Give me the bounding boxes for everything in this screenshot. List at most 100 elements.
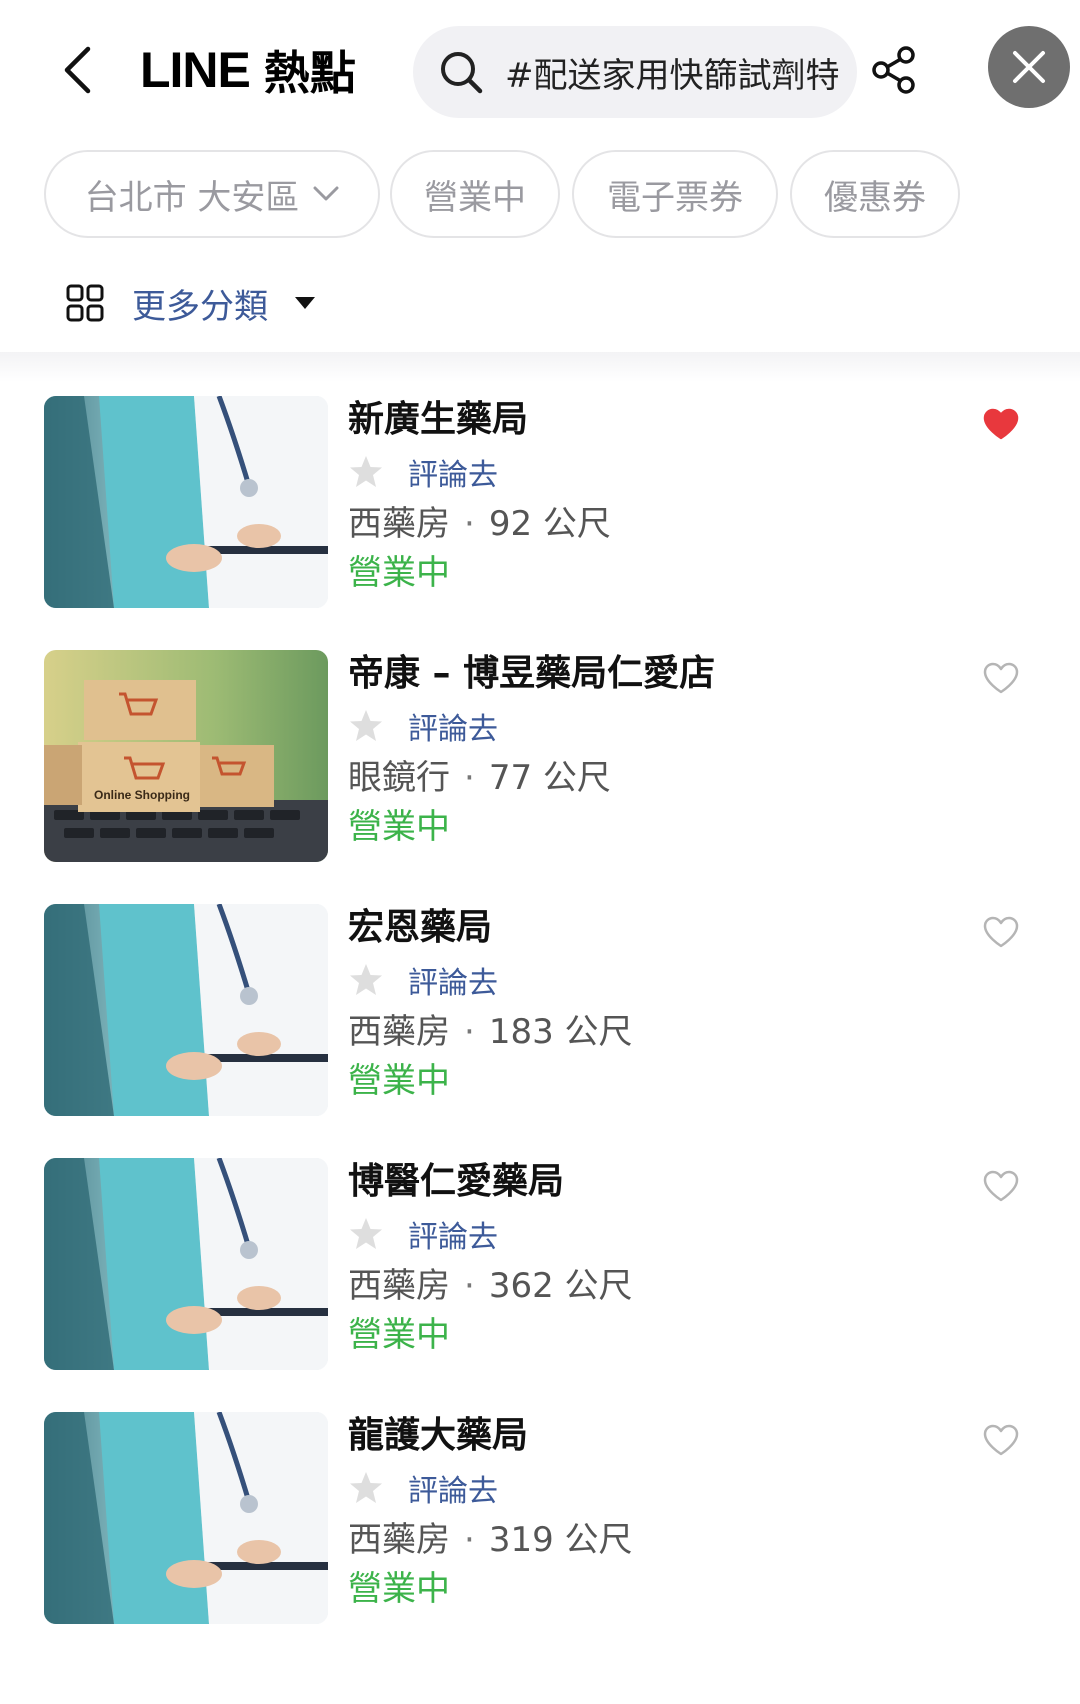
store-thumbnail[interactable]: Online Shopping (44, 650, 328, 862)
open-now-label: 營業中 (424, 177, 526, 218)
star-icon (348, 708, 384, 744)
more-categories-label: 更多分類 (132, 286, 268, 327)
store-list-item[interactable]: 博醫仁愛藥局 評論去西藥房 · 362 公尺 營業中 (0, 1156, 1080, 1410)
store-name[interactable]: 宏恩藥局 (348, 902, 968, 954)
rating-row: 評論去 (348, 1462, 968, 1514)
back-button[interactable] (52, 40, 102, 100)
close-icon (1013, 51, 1045, 83)
store-meta: 眼鏡行 · 77 公尺 (348, 752, 968, 804)
review-link[interactable]: 評論去 (408, 958, 498, 1002)
store-category: 西藥房 (348, 1012, 450, 1052)
rating-row: 評論去 (348, 954, 968, 1006)
meta-separator: · (464, 1266, 475, 1306)
review-link[interactable]: 評論去 (408, 1212, 498, 1256)
district-filter-chip[interactable]: 台北市 大安區 (44, 150, 380, 238)
store-category: 眼鏡行 (348, 758, 450, 798)
share-icon (872, 46, 915, 94)
store-distance: 92 公尺 (488, 504, 611, 544)
open-status: 營業中 (348, 1315, 450, 1355)
review-link[interactable]: 評論去 (408, 704, 498, 748)
store-thumbnail[interactable] (44, 1412, 328, 1624)
e-ticket-label: 電子票券 (607, 177, 743, 218)
review-link[interactable]: 評論去 (408, 450, 498, 494)
store-meta: 西藥房 · 319 公尺 (348, 1514, 968, 1566)
chevron-left-icon (64, 46, 91, 94)
store-thumbnail[interactable] (44, 904, 328, 1116)
favorite-button[interactable] (978, 404, 1024, 444)
store-name[interactable]: 帝康 – 博昱藥局仁愛店 (348, 648, 968, 700)
review-link[interactable]: 評論去 (408, 1466, 498, 1510)
coupon-filter-chip[interactable]: 優惠券 (790, 150, 960, 238)
open-status: 營業中 (348, 1061, 450, 1101)
store-name[interactable]: 博醫仁愛藥局 (348, 1156, 968, 1208)
close-button[interactable] (988, 26, 1070, 108)
caret-down-icon (294, 296, 316, 310)
star-icon (348, 1470, 384, 1506)
header: LINE 熱點 #配送家用快篩試劑特 (0, 0, 1080, 140)
share-button[interactable] (865, 40, 923, 100)
brand-logo: LINE 熱點 (140, 38, 356, 102)
line-hotspot-page: LINE 熱點 #配送家用快篩試劑特 台北市 大安區 營業中 電子票券 優惠券 … (0, 0, 1080, 1704)
store-meta: 西藥房 · 362 公尺 (348, 1260, 968, 1312)
search-query: #配送家用快篩試劑特 (505, 55, 840, 96)
open-status: 營業中 (348, 807, 450, 847)
store-list-item[interactable]: 新廣生藥局 評論去 西藥房 · 92 公尺 營業中 (0, 394, 1080, 648)
more-categories-button[interactable]: 更多分類 (66, 268, 316, 338)
store-info: 宏恩藥局 評論去西藥房 · 183 公尺 營業中 (348, 902, 968, 1104)
open-now-filter-chip[interactable]: 營業中 (390, 150, 560, 238)
open-status: 營業中 (348, 553, 450, 593)
store-name[interactable]: 新廣生藥局 (348, 394, 968, 446)
chevron-down-icon (313, 186, 339, 202)
rating-row: 評論去 (348, 446, 968, 498)
star-icon (348, 454, 384, 490)
store-info: 帝康 – 博昱藥局仁愛店 評論去眼鏡行 · 77 公尺 營業中 (348, 648, 968, 850)
store-list-item[interactable]: 宏恩藥局 評論去西藥房 · 183 公尺 營業中 (0, 902, 1080, 1156)
search-input[interactable]: #配送家用快篩試劑特 (413, 26, 857, 118)
store-distance: 319 公尺 (488, 1520, 633, 1560)
heart-icon (983, 1424, 1019, 1456)
store-category: 西藥房 (348, 1266, 450, 1306)
store-category: 西藥房 (348, 1520, 450, 1560)
store-list-item[interactable]: 龍護大藥局 評論去西藥房 · 319 公尺 營業中 (0, 1410, 1080, 1664)
star-icon (348, 1216, 384, 1252)
store-list: 新廣生藥局 評論去 西藥房 · 92 公尺 營業中 Online Shopping 帝康 – (0, 394, 1080, 1664)
store-thumbnail[interactable] (44, 396, 328, 608)
heart-icon (983, 916, 1019, 948)
favorite-button[interactable] (978, 1166, 1024, 1206)
district-label: 台北市 大安區 (84, 177, 300, 218)
open-status: 營業中 (348, 1569, 450, 1609)
heart-icon (983, 1170, 1019, 1202)
store-distance: 362 公尺 (488, 1266, 633, 1306)
favorite-button[interactable] (978, 1420, 1024, 1460)
store-meta: 西藥房 · 92 公尺 (348, 498, 968, 550)
store-distance: 183 公尺 (488, 1012, 633, 1052)
store-info: 龍護大藥局 評論去西藥房 · 319 公尺 營業中 (348, 1410, 968, 1612)
rating-row: 評論去 (348, 700, 968, 752)
favorite-button[interactable] (978, 912, 1024, 952)
star-icon (348, 962, 384, 998)
heart-icon (983, 408, 1019, 440)
brand-line-text: LINE (140, 42, 251, 98)
store-name[interactable]: 龍護大藥局 (348, 1410, 968, 1462)
favorite-button[interactable] (978, 658, 1024, 698)
heart-icon (983, 662, 1019, 694)
coupon-label: 優惠券 (824, 177, 926, 218)
thumbnail-caption: Online Shopping (94, 788, 190, 802)
store-distance: 77 公尺 (488, 758, 611, 798)
store-info: 新廣生藥局 評論去 西藥房 · 92 公尺 營業中 (348, 394, 968, 596)
section-divider (0, 352, 1080, 382)
search-icon (441, 52, 483, 94)
filter-bar: 台北市 大安區 營業中 電子票券 優惠券 (0, 150, 1080, 240)
grid-icon (66, 284, 104, 322)
e-ticket-filter-chip[interactable]: 電子票券 (572, 150, 778, 238)
brand-hotspot-text: 熱點 (263, 46, 356, 100)
meta-separator: · (464, 1520, 475, 1560)
store-thumbnail[interactable] (44, 1158, 328, 1370)
store-list-item[interactable]: Online Shopping 帝康 – 博昱藥局仁愛店 評論去眼鏡行 · 77 公尺營… (0, 648, 1080, 902)
store-info: 博醫仁愛藥局 評論去西藥房 · 362 公尺 營業中 (348, 1156, 968, 1358)
meta-separator: · (464, 504, 475, 544)
meta-separator: · (464, 758, 475, 798)
meta-separator: · (464, 1012, 475, 1052)
rating-row: 評論去 (348, 1208, 968, 1260)
store-meta: 西藥房 · 183 公尺 (348, 1006, 968, 1058)
